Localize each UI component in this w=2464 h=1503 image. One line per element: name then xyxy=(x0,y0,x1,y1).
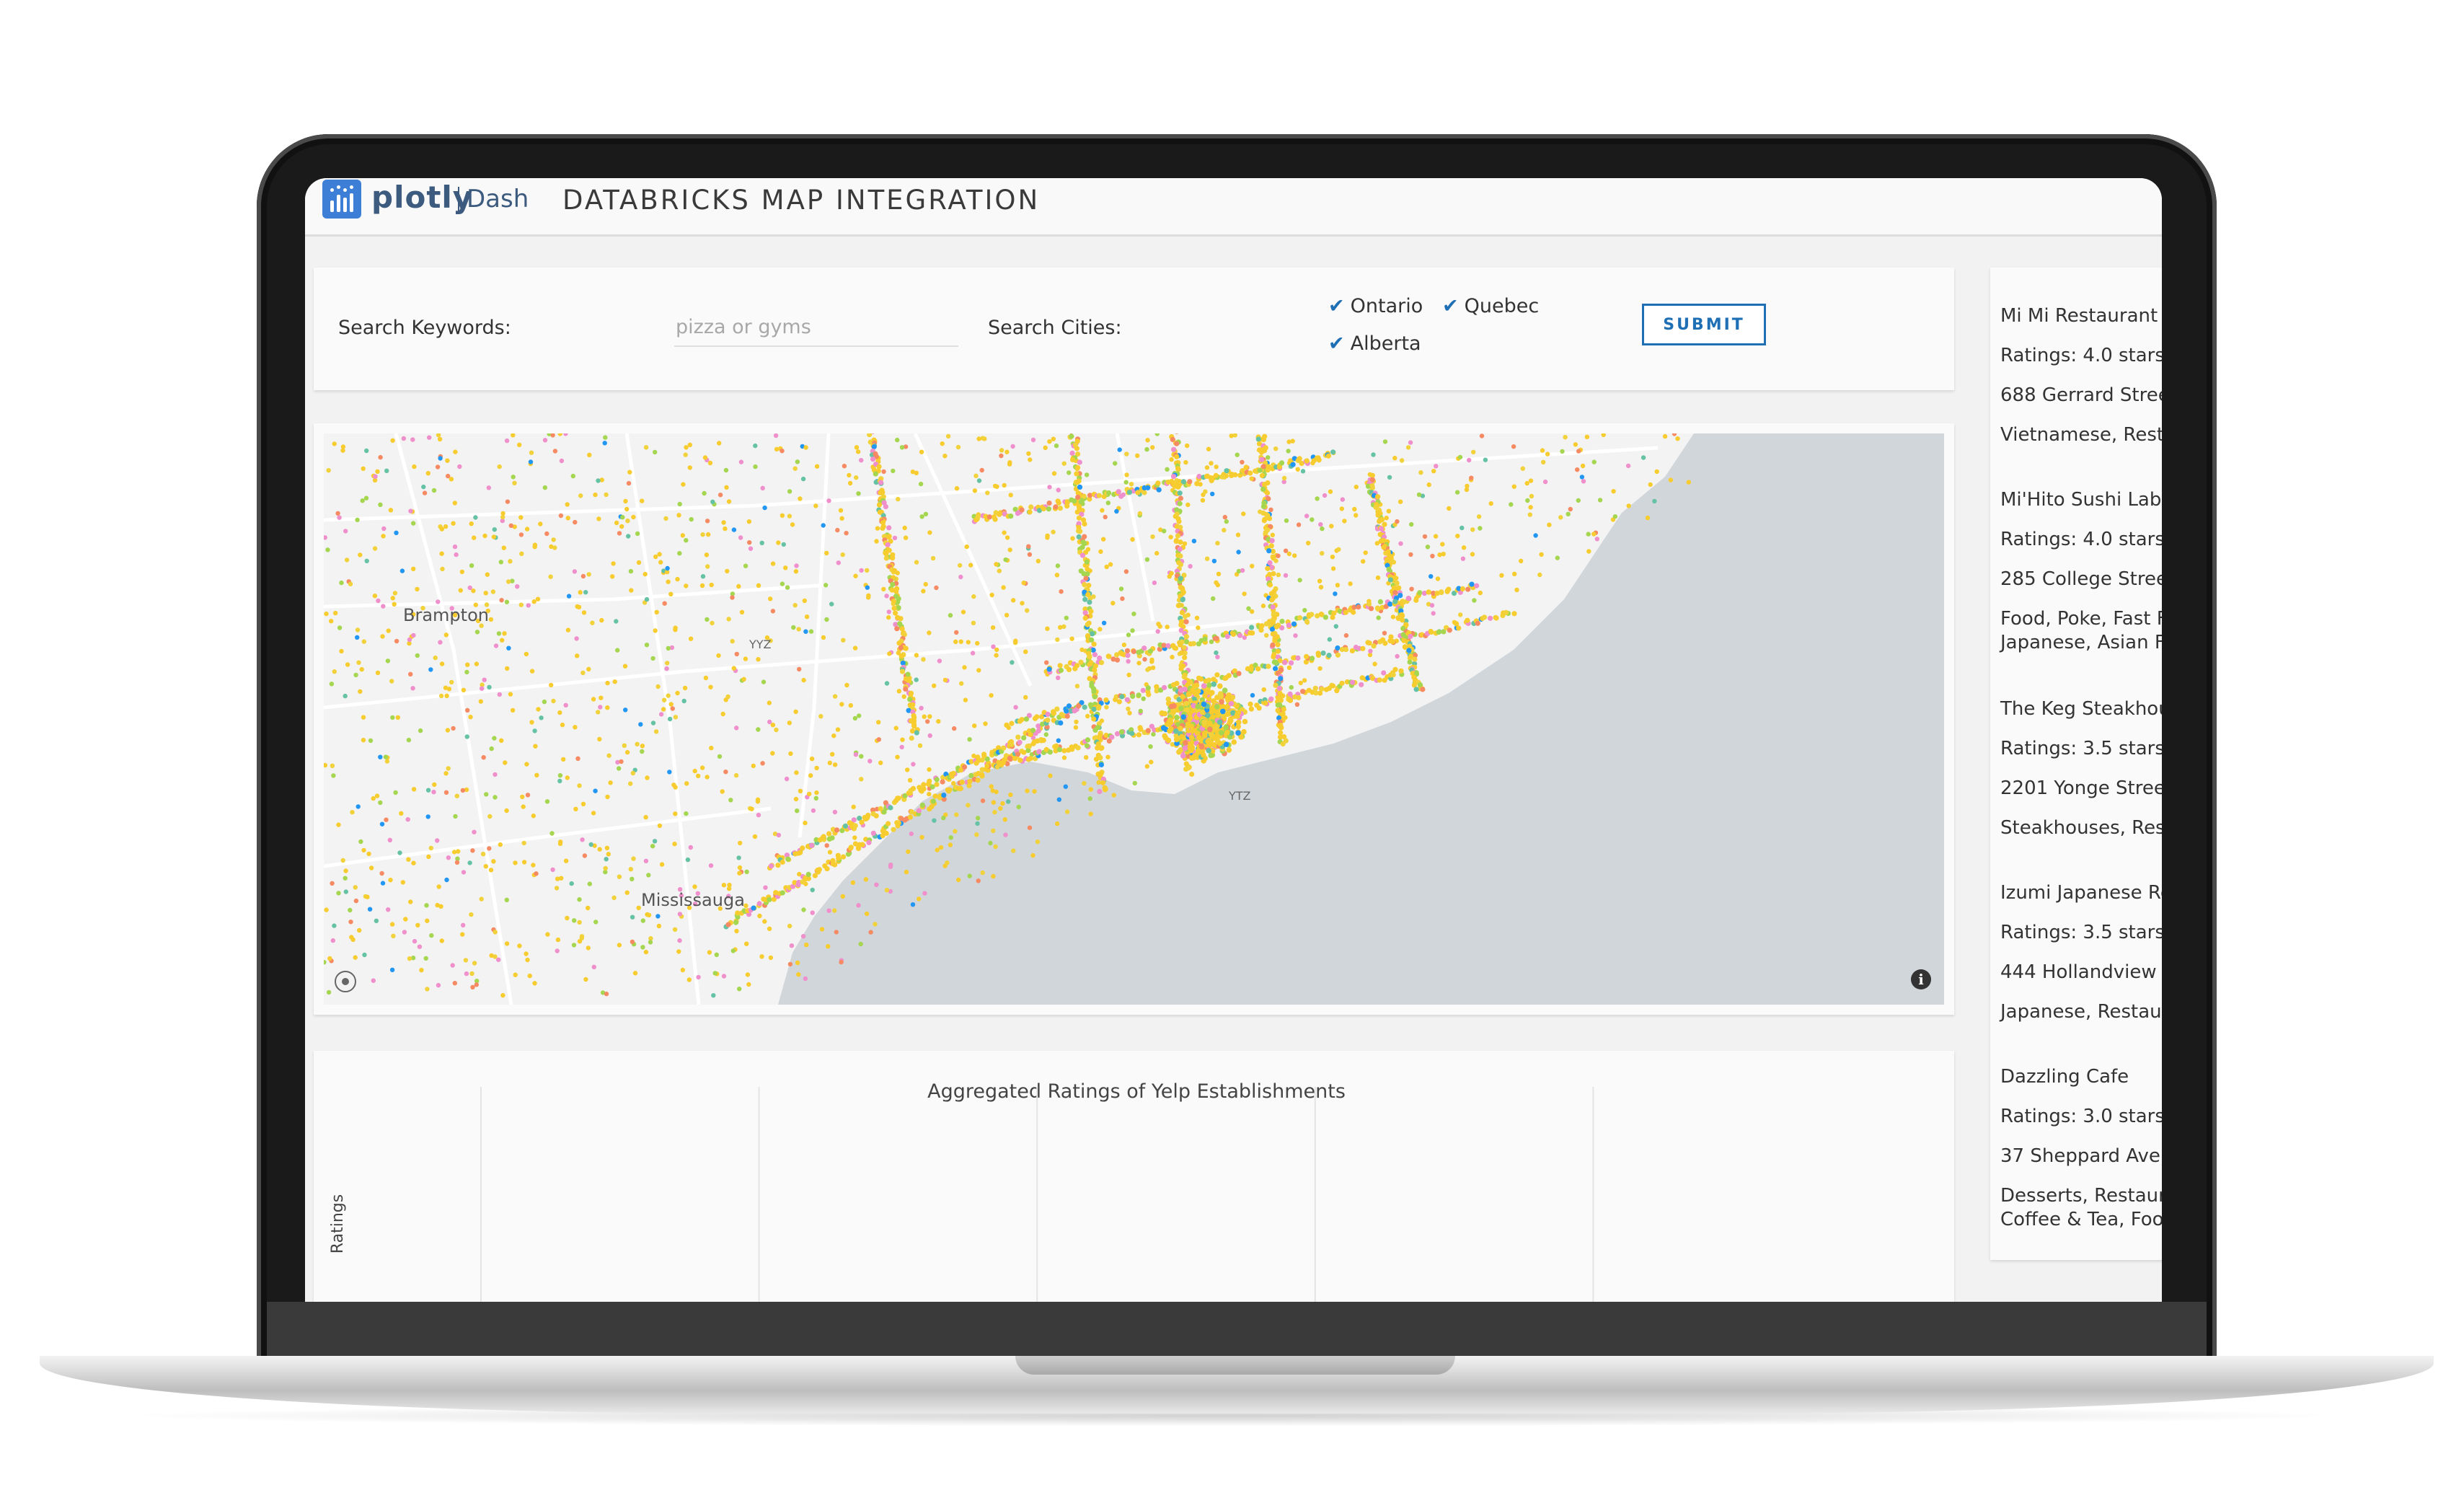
result-name: Dazzling Cafe xyxy=(2000,1066,2129,1088)
submit-button[interactable]: SUBMIT xyxy=(1642,304,1766,345)
result-address: 285 College Street xyxy=(2000,568,2162,590)
result-address: 444 Hollandview Trail xyxy=(2000,961,2157,983)
map-label-island-airport: YTZ xyxy=(1228,789,1251,803)
chart-title: Aggregated Ratings of Yelp Establishment… xyxy=(927,1080,1346,1103)
map-info-icon[interactable]: i xyxy=(1911,969,1931,989)
svg-text:i: i xyxy=(1918,971,1924,988)
result-rating: Ratings: 3.5 stars xyxy=(2000,738,2162,759)
result-item[interactable]: Mi Mi Restaurant Ratings: 4.0 stars 688 Ge… xyxy=(2000,296,2162,455)
page-title: DATABRICKS MAP INTEGRATION xyxy=(562,185,1041,216)
laptop-bezel xyxy=(267,1302,2207,1356)
logo-product: Dash xyxy=(467,185,529,213)
result-name: Mi'Hito Sushi Laboratory xyxy=(2000,489,2162,511)
checkbox-ontario[interactable]: ✔ Ontario xyxy=(1328,295,1423,317)
app-header: plotly Dash DATABRICKS MAP INTEGRATION xyxy=(305,178,2162,237)
plotly-logo-icon xyxy=(322,180,361,219)
result-categories: Steakhouses, Restaurants xyxy=(2000,817,2162,839)
ratings-chart-panel: Aggregated Ratings of Yelp Establishment… xyxy=(314,1051,1954,1302)
map-label-brampton: Brampton xyxy=(403,605,489,625)
search-panel: Search Keywords: Search Cities: ✔Ontario… xyxy=(314,268,1954,390)
chart-y-axis-label: Ratings xyxy=(329,1194,347,1253)
checkbox-label: Quebec xyxy=(1464,295,1540,317)
result-address: 2201 Yonge Street xyxy=(2000,777,2162,799)
logo-divider xyxy=(458,187,459,213)
checkmark-icon: ✔ xyxy=(1328,295,1345,317)
result-address: 37 Sheppard Avenue xyxy=(2000,1145,2162,1167)
result-name: Izumi Japanese Restaurant xyxy=(2000,882,2162,904)
chart-gridlines xyxy=(480,1087,1594,1302)
checkmark-icon: ✔ xyxy=(1328,332,1345,355)
app-screen: plotly Dash DATABRICKS MAP INTEGRATION S… xyxy=(305,178,2162,1302)
result-name: Mi Mi Restaurant xyxy=(2000,305,2158,327)
checkbox-label: Alberta xyxy=(1350,332,1421,355)
checkbox-label: Ontario xyxy=(1350,295,1423,317)
result-item[interactable]: Izumi Japanese Restaurant Ratings: 3.5 st… xyxy=(2000,873,2162,1032)
keywords-label: Search Keywords: xyxy=(338,317,511,339)
result-categories: Food, Poke, Fast Food, Japanese, Asian F… xyxy=(2000,608,2162,653)
result-item[interactable]: The Keg Steakhouse Ratings: 3.5 stars 2201… xyxy=(2000,689,2162,848)
laptop-notch xyxy=(1015,1356,1455,1375)
checkbox-alberta[interactable]: ✔ Alberta xyxy=(1328,332,1421,355)
result-categories: Desserts, Restaurants, Coffee & Tea, Foo… xyxy=(2000,1185,2162,1230)
ratings-bar-chart[interactable]: Aggregated Ratings of Yelp Establishment… xyxy=(314,1051,1954,1302)
cities-label: Search Cities: xyxy=(988,317,1122,339)
result-item[interactable]: Mi'Hito Sushi Laboratory Ratings: 4.0 sta… xyxy=(2000,480,2162,655)
result-name: The Keg Steakhouse xyxy=(2000,698,2162,720)
checkmark-icon: ✔ xyxy=(1442,295,1459,317)
keywords-input[interactable] xyxy=(674,308,958,347)
result-rating: Ratings: 4.0 stars xyxy=(2000,345,2162,366)
result-categories: Japanese, Restaurants xyxy=(2000,1001,2162,1023)
result-address: 688 Gerrard Street East xyxy=(2000,384,2162,406)
result-categories: Vietnamese, Restaurants xyxy=(2000,424,2162,446)
map-label-airport: YYZ xyxy=(749,638,772,651)
map-panel: Brampton Mississauga YYZ YTZ i xyxy=(314,423,1954,1015)
map-canvas[interactable]: Brampton Mississauga YYZ YTZ i xyxy=(324,433,1944,1005)
result-rating: Ratings: 3.0 stars xyxy=(2000,1106,2162,1127)
result-rating: Ratings: 4.0 stars xyxy=(2000,529,2162,550)
checkbox-quebec[interactable]: ✔ Quebec xyxy=(1442,295,1539,317)
result-rating: Ratings: 3.5 stars xyxy=(2000,922,2162,943)
map-label-mississauga: Mississauga xyxy=(641,890,745,910)
result-item[interactable]: Dazzling Cafe Ratings: 3.0 stars 37 Sheppa… xyxy=(2000,1057,2162,1232)
results-list: Mi Mi Restaurant Ratings: 4.0 stars 688 Ge… xyxy=(1990,268,2162,1260)
